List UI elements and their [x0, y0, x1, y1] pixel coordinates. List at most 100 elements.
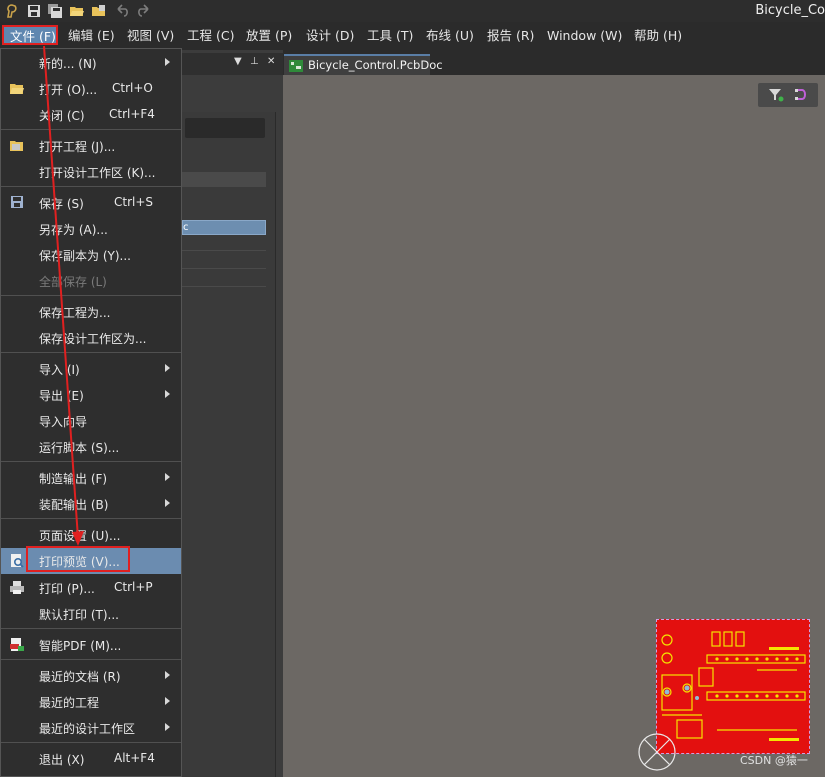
- menu-help[interactable]: 帮助 (H): [634, 27, 682, 45]
- menu-view[interactable]: 视图 (V): [127, 27, 174, 45]
- file-menu-save-shortcut: Ctrl+S: [114, 195, 154, 209]
- file-menu-save-project-as[interactable]: 保存工程为...: [1, 299, 181, 324]
- save-icon: [11, 196, 23, 208]
- menu-edit[interactable]: 编辑 (E): [68, 27, 115, 45]
- menu-design[interactable]: 设计 (D): [306, 27, 354, 45]
- file-menu-save-project-as-label: 保存工程为...: [39, 306, 111, 320]
- redo-icon[interactable]: [136, 3, 152, 19]
- file-menu-save-all: 全部保存 (L): [1, 268, 181, 293]
- file-menu-save-copy-as-label: 保存副本为 (Y)...: [39, 249, 131, 263]
- panel-dropdown-icon[interactable]: ▼: [234, 56, 242, 67]
- file-menu-export-label: 导出 (E): [39, 389, 84, 403]
- menu-separator: [1, 628, 181, 629]
- file-menu-save-all-label: 全部保存 (L): [39, 275, 107, 289]
- file-menu-close-shortcut: Ctrl+F4: [109, 107, 155, 121]
- file-menu-save-workspace-as-label: 保存设计工作区为...: [39, 332, 147, 346]
- panel-selected-row[interactable]: c: [182, 220, 266, 235]
- printer-icon: [10, 581, 24, 594]
- print-preview-icon: [11, 554, 24, 568]
- file-menu-print-label: 打印 (P)...: [39, 582, 95, 596]
- file-menu-open-project[interactable]: 打开工程 (J)...: [1, 133, 181, 158]
- annotation-highlight-box: [26, 546, 130, 572]
- file-menu-exit[interactable]: 退出 (X) Alt+F4: [1, 746, 181, 771]
- menu-route[interactable]: 布线 (U): [426, 27, 474, 45]
- file-menu-print-shortcut: Ctrl+P: [114, 580, 153, 594]
- file-menu-import[interactable]: 导入 (I): [1, 356, 181, 381]
- panel-row[interactable]: [182, 250, 266, 266]
- file-menu-open-project-label: 打开工程 (J)...: [39, 140, 116, 154]
- file-menu-export[interactable]: 导出 (E): [1, 382, 181, 407]
- file-menu-smart-pdf[interactable]: 智能PDF (M)...: [1, 632, 181, 657]
- submenu-arrow-icon: [165, 671, 170, 679]
- file-menu-recent-docs[interactable]: 最近的文档 (R): [1, 663, 181, 688]
- file-menu-import-wizard[interactable]: 导入向导: [1, 408, 181, 433]
- undo-icon[interactable]: [114, 3, 130, 19]
- file-menu-fab-outputs[interactable]: 制造输出 (F): [1, 465, 181, 490]
- watermark-logo-icon: [638, 733, 676, 771]
- save-all-icon[interactable]: [47, 3, 63, 19]
- watermark-text: CSDN @猿一: [740, 754, 808, 767]
- file-menu-page-setup[interactable]: 页面设置 (U)...: [1, 522, 181, 547]
- file-menu-open-workspace-label: 打开设计工作区 (K)...: [39, 166, 156, 180]
- file-menu-import-wizard-label: 导入向导: [39, 415, 88, 429]
- file-menu-page-setup-label: 页面设置 (U)...: [39, 529, 121, 543]
- menu-window[interactable]: Window (W): [547, 27, 622, 45]
- panel-row[interactable]: [182, 268, 266, 284]
- file-menu-print[interactable]: 打印 (P)... Ctrl+P: [1, 575, 181, 600]
- file-menu-exit-label: 退出 (X): [39, 753, 85, 767]
- open-project-icon: [10, 141, 23, 151]
- file-menu-smart-pdf-label: 智能PDF (M)...: [39, 639, 122, 653]
- open-folder-icon[interactable]: [69, 3, 85, 19]
- file-menu-assembly-outputs-label: 装配输出 (B): [39, 498, 109, 512]
- submenu-arrow-icon: [165, 723, 170, 731]
- file-menu-recent-projects[interactable]: 最近的工程: [1, 689, 181, 714]
- file-menu-save-copy-as[interactable]: 保存副本为 (Y)...: [1, 242, 181, 267]
- file-menu-open-workspace[interactable]: 打开设计工作区 (K)...: [1, 159, 181, 184]
- menu-file[interactable]: 文件 (F): [2, 25, 58, 45]
- file-menu-open-shortcut: Ctrl+O: [112, 81, 153, 95]
- pcb-board-preview[interactable]: [656, 619, 810, 754]
- file-menu-close-label: 关闭 (C): [39, 109, 85, 123]
- file-menu-assembly-outputs[interactable]: 装配输出 (B): [1, 491, 181, 516]
- file-menu-open[interactable]: 打开 (O)... Ctrl+O: [1, 76, 181, 101]
- pcb-traces: [661, 631, 806, 741]
- menu-tools[interactable]: 工具 (T): [367, 27, 413, 45]
- file-menu-recent-docs-label: 最近的文档 (R): [39, 670, 121, 684]
- document-tab[interactable]: Bicycle_Control.PcbDoc: [284, 54, 443, 75]
- file-menu-new[interactable]: 新的... (N): [1, 50, 181, 75]
- pdf-icon: [10, 638, 24, 651]
- document-tab-label: Bicycle_Control.PcbDoc: [308, 58, 443, 72]
- menu-separator: [1, 186, 181, 187]
- snap-magnet-icon[interactable]: [794, 88, 810, 102]
- panel-search-input[interactable]: [185, 118, 265, 138]
- file-menu-save[interactable]: 保存 (S) Ctrl+S: [1, 190, 181, 215]
- menu-separator: [1, 742, 181, 743]
- submenu-arrow-icon: [165, 390, 170, 398]
- file-menu: 新的... (N) 打开 (O)... Ctrl+O 关闭 (C) Ctrl+F…: [0, 48, 182, 777]
- file-menu-default-print[interactable]: 默认打印 (T)...: [1, 601, 181, 626]
- window-title: Bicycle_Co: [755, 3, 825, 18]
- panel-row[interactable]: [182, 286, 266, 302]
- file-menu-save-as[interactable]: 另存为 (A)...: [1, 216, 181, 241]
- save-icon[interactable]: [26, 3, 42, 19]
- file-menu-recent-workspaces[interactable]: 最近的设计工作区: [1, 715, 181, 740]
- file-menu-default-print-label: 默认打印 (T)...: [39, 608, 119, 622]
- file-menu-run-script[interactable]: 运行脚本 (S)...: [1, 434, 181, 459]
- file-menu-save-as-label: 另存为 (A)...: [39, 223, 108, 237]
- menu-place[interactable]: 放置 (P): [246, 27, 292, 45]
- menu-reports[interactable]: 报告 (R): [487, 27, 534, 45]
- submenu-arrow-icon: [165, 697, 170, 705]
- filter-icon[interactable]: [768, 88, 784, 102]
- panel-pin-icon[interactable]: ⊥: [250, 56, 259, 67]
- panel-close-icon[interactable]: ✕: [267, 56, 275, 67]
- menu-project[interactable]: 工程 (C): [187, 27, 234, 45]
- file-menu-save-workspace-as[interactable]: 保存设计工作区为...: [1, 325, 181, 350]
- file-menu-exit-shortcut: Alt+F4: [114, 751, 155, 765]
- panel-row[interactable]: [182, 172, 266, 187]
- file-menu-close[interactable]: 关闭 (C) Ctrl+F4: [1, 102, 181, 127]
- menu-separator: [1, 659, 181, 660]
- app-logo-icon[interactable]: [4, 3, 20, 19]
- submenu-arrow-icon: [165, 364, 170, 372]
- submenu-arrow-icon: [165, 499, 170, 507]
- open-project-icon[interactable]: [91, 3, 107, 19]
